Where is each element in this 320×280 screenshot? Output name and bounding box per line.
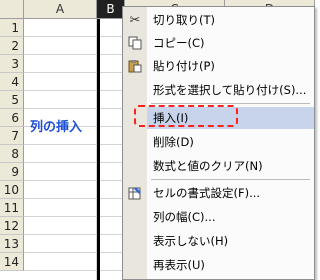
row-header-5[interactable]: 5 [0,91,24,109]
row-header-3[interactable]: 3 [0,55,24,73]
row-header-2[interactable]: 2 [0,37,24,55]
menu-item-copy[interactable]: コピー(C) [128,32,314,54]
row-header-10[interactable]: 10 [0,181,24,199]
row-header-14[interactable]: 14 [0,253,24,271]
menu-item-unhide[interactable]: 再表示(U) [147,254,314,276]
menu-item-column-width[interactable]: 列の幅(C)... [147,206,314,228]
menu-item-cut[interactable]: ✂ 切り取り(T) [130,9,314,31]
menu-item-label: 列の幅(C)... [153,210,216,224]
menu-item-paste-special[interactable]: 形式を選択して貼り付け(S)... [147,79,314,101]
menu-item-label: 再表示(U) [153,258,205,272]
menu-item-label: 切り取り(T) [153,13,215,27]
menu-item-delete[interactable]: 削除(D) [147,131,314,153]
column-header-a[interactable]: A [24,0,97,19]
column-header-b[interactable]: B [97,0,125,19]
menu-separator [151,103,310,104]
row-header-1[interactable]: 1 [0,19,24,37]
menu-item-label: 貼り付け(P) [153,59,215,73]
row-header-12[interactable]: 12 [0,217,24,235]
highlight-annotation-box [134,105,238,127]
select-all-corner[interactable] [0,0,24,19]
row-header-8[interactable]: 8 [0,145,24,163]
scissors-icon: ✂ [129,12,141,28]
copy-icon [123,32,147,54]
menu-item-clear-contents[interactable]: 数式と値のクリア(N) [147,155,314,177]
menu-item-label: セルの書式設定(F)... [153,186,261,200]
row-header-6[interactable]: 6 [0,109,24,127]
menu-item-paste[interactable]: 貼り付け(P) [128,55,314,77]
paste-icon [123,55,147,77]
menu-item-hide[interactable]: 表示しない(H) [147,230,314,252]
cell-a6-text[interactable]: 列の挿入 [30,116,82,135]
menu-item-label: 数式と値のクリア(N) [153,159,263,173]
context-menu: ✂ 切り取り(T) コピー(C) 貼り付け(P) 形式を選択して貼り付け(S).… [122,6,315,280]
menu-item-format-cells[interactable]: セルの書式設定(F)... [128,182,314,204]
row-header-9[interactable]: 9 [0,163,24,181]
menu-separator [151,179,310,180]
menu-item-label: コピー(C) [153,36,205,50]
format-cells-icon [123,182,147,204]
selected-column-b[interactable] [97,19,125,280]
row-header-4[interactable]: 4 [0,73,24,91]
row-header-11[interactable]: 11 [0,199,24,217]
row-header-13[interactable]: 13 [0,235,24,253]
menu-item-label: 表示しない(H) [153,234,229,248]
menu-item-label: 削除(D) [153,135,194,149]
menu-item-label: 形式を選択して貼り付け(S)... [153,83,307,97]
row-header-7[interactable]: 7 [0,127,24,145]
